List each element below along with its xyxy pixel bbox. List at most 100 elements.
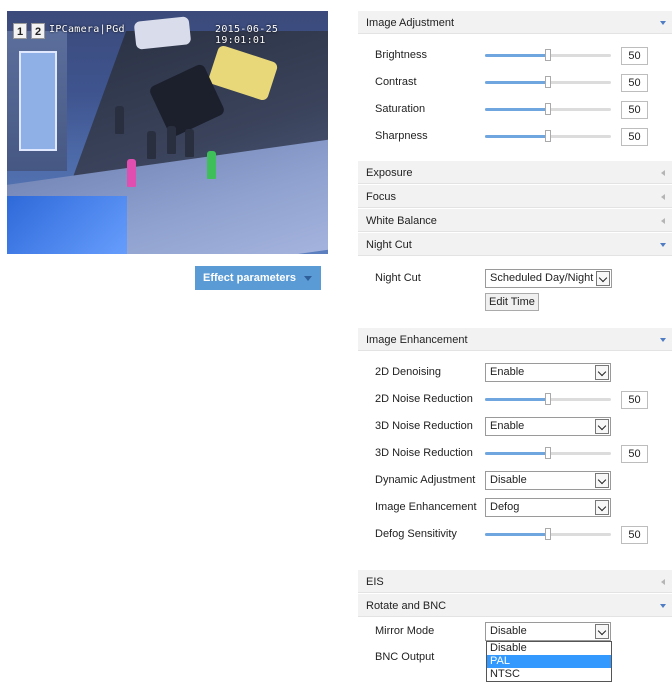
image-enhancement-label: Image Enhancement (375, 501, 477, 513)
section-focus[interactable]: Focus (358, 184, 672, 208)
rotate-and-bnc-body: Mirror Mode Disable BNC Output Disable P… (358, 617, 672, 682)
saturation-slider[interactable] (485, 103, 611, 115)
2d-denoising-label: 2D Denoising (375, 366, 442, 378)
section-white-balance[interactable]: White Balance (358, 208, 672, 232)
dynamic-adjustment-select[interactable]: Disable (485, 471, 611, 490)
section-exposure[interactable]: Exposure (358, 160, 672, 184)
image-adjustment-body: Brightness 50 Contrast 50 Saturation 50 (358, 34, 672, 160)
defog-sensitivity-row: Defog Sensitivity 50 (358, 525, 672, 545)
slider-handle[interactable] (545, 49, 551, 61)
3d-noise-reduction-slider[interactable] (485, 447, 611, 459)
2d-denoising-row: 2D Denoising Enable (358, 363, 672, 383)
effect-parameters-label: Effect parameters (203, 272, 296, 284)
section-title: Image Enhancement (366, 334, 468, 346)
2d-denoising-select[interactable]: Enable (485, 363, 611, 382)
3d-noise-reduction-value[interactable]: 50 (621, 445, 648, 463)
3d-noise-reduction-mode-label: 3D Noise Reduction (375, 420, 473, 432)
slider-fill (485, 533, 548, 536)
slider-fill (485, 54, 548, 57)
chevron-left-icon (661, 218, 665, 224)
channel-1-label: 1 (13, 23, 27, 39)
chevron-down-icon[interactable] (595, 624, 609, 639)
brightness-value[interactable]: 50 (621, 47, 648, 65)
3d-noise-reduction-select[interactable]: Enable (485, 417, 611, 436)
chevron-down-icon[interactable] (595, 419, 609, 434)
video-car-white (133, 16, 192, 50)
chevron-down-icon (660, 338, 666, 342)
select-value: Scheduled Day/Night (490, 272, 594, 284)
contrast-slider[interactable] (485, 76, 611, 88)
chevron-left-icon (661, 170, 665, 176)
defog-sensitivity-label: Defog Sensitivity (375, 528, 457, 540)
channel-2-label: 2 (31, 23, 45, 39)
chevron-down-icon[interactable] (595, 500, 609, 515)
section-rotate-and-bnc[interactable]: Rotate and BNC (358, 593, 672, 617)
defog-sensitivity-value[interactable]: 50 (621, 526, 648, 544)
3d-noise-reduction-label: 3D Noise Reduction (375, 447, 473, 459)
slider-fill (485, 108, 548, 111)
chevron-down-icon[interactable] (595, 365, 609, 380)
mirror-mode-select[interactable]: Disable (485, 622, 611, 641)
saturation-row: Saturation 50 (358, 100, 672, 120)
section-image-adjustment[interactable]: Image Adjustment (358, 10, 672, 34)
section-night-cut[interactable]: Night Cut (358, 232, 672, 256)
slider-handle[interactable] (545, 393, 551, 405)
video-person (127, 159, 136, 187)
night-cut-select[interactable]: Scheduled Day/Night (485, 269, 612, 288)
chevron-left-icon (661, 579, 665, 585)
night-cut-row: Night Cut Scheduled Day/Night (358, 269, 672, 289)
effect-parameters-button[interactable]: Effect parameters (195, 266, 321, 290)
image-enhancement-body: 2D Denoising Enable 2D Noise Reduction 5… (358, 351, 672, 569)
dropdown-option-pal[interactable]: PAL (487, 655, 611, 668)
section-title: Rotate and BNC (366, 600, 447, 612)
edit-time-button[interactable]: Edit Time (485, 293, 539, 311)
brightness-row: Brightness 50 (358, 46, 672, 66)
brightness-label: Brightness (375, 49, 427, 61)
chevron-down-icon[interactable] (596, 271, 610, 286)
defog-sensitivity-slider[interactable] (485, 528, 611, 540)
section-title: White Balance (366, 215, 437, 227)
chevron-down-icon (304, 276, 312, 281)
bnc-output-label: BNC Output (375, 651, 435, 663)
mirror-mode-row: Mirror Mode Disable (358, 622, 672, 642)
brightness-slider[interactable] (485, 49, 611, 61)
slider-handle[interactable] (545, 76, 551, 88)
slider-handle[interactable] (545, 528, 551, 540)
sharpness-value[interactable]: 50 (621, 128, 648, 146)
2d-noise-reduction-value[interactable]: 50 (621, 391, 648, 409)
slider-fill (485, 398, 548, 401)
image-enhancement-select[interactable]: Defog (485, 498, 611, 517)
timestamp-osd: 2015-06-25 19:01:01 (215, 24, 279, 46)
select-value: Enable (490, 366, 525, 378)
section-title: Night Cut (366, 239, 412, 251)
2d-noise-reduction-label: 2D Noise Reduction (375, 393, 473, 405)
3d-noise-reduction-mode-row: 3D Noise Reduction Enable (358, 417, 672, 437)
3d-noise-reduction-row: 3D Noise Reduction 50 (358, 444, 672, 464)
sharpness-row: Sharpness 50 (358, 127, 672, 147)
chevron-down-icon (660, 243, 666, 247)
slider-handle[interactable] (545, 103, 551, 115)
slider-fill (485, 81, 548, 84)
video-person (167, 126, 176, 154)
section-eis[interactable]: EIS (358, 569, 672, 593)
saturation-value[interactable]: 50 (621, 101, 648, 119)
chevron-down-icon[interactable] (595, 473, 609, 488)
video-person (147, 131, 156, 159)
contrast-value[interactable]: 50 (621, 74, 648, 92)
contrast-row: Contrast 50 (358, 73, 672, 93)
chevron-down-icon (660, 21, 666, 25)
slider-fill (485, 452, 548, 455)
2d-noise-reduction-slider[interactable] (485, 393, 611, 405)
section-image-enhancement[interactable]: Image Enhancement (358, 327, 672, 351)
video-preview[interactable]: 1 2 IPCamera|PGd 2015-06-25 19:01:01 (7, 11, 328, 254)
slider-handle[interactable] (545, 130, 551, 142)
dropdown-option-disable[interactable]: Disable (487, 642, 611, 655)
slider-handle[interactable] (545, 447, 551, 459)
dropdown-option-ntsc[interactable]: NTSC (487, 668, 611, 681)
mirror-mode-dropdown[interactable]: Disable PAL NTSC (486, 641, 612, 682)
video-awning (7, 196, 127, 254)
section-title: Image Adjustment (366, 17, 455, 29)
sharpness-slider[interactable] (485, 130, 611, 142)
video-person (207, 151, 216, 179)
mirror-mode-label: Mirror Mode (375, 625, 435, 637)
